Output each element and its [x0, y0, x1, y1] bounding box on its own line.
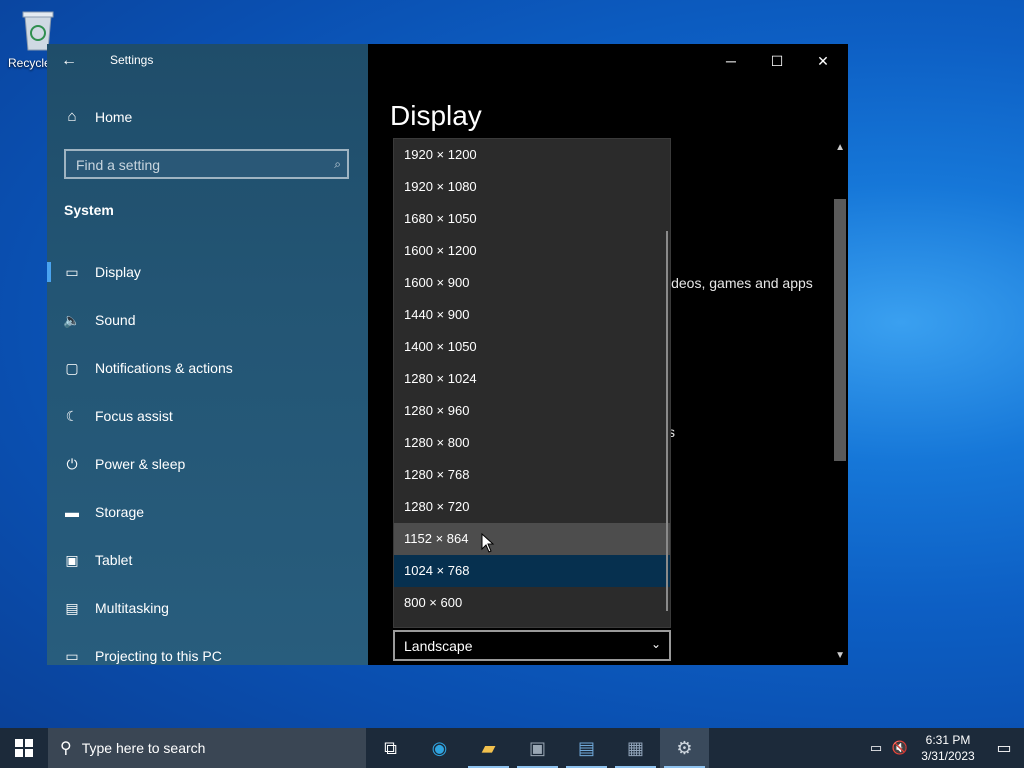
sidebar-item-sound[interactable]: 🔈 Sound	[47, 296, 368, 344]
monitor-icon: ▭	[65, 263, 79, 280]
back-arrow-icon[interactable]: ←	[61, 52, 83, 70]
app-icon-2[interactable]: ▤	[562, 728, 611, 768]
nav-list: ▭ Display 🔈 Sound ▢ Notifications & actions ☾ F…	[47, 248, 368, 665]
resolution-option[interactable]: 1152 × 864	[394, 523, 670, 555]
volume-muted-icon[interactable]: 🔇	[888, 740, 912, 756]
nav-home-label: Home	[95, 108, 133, 125]
sidebar-item-label: Focus assist	[95, 408, 173, 424]
taskbar: ⚲ Type here to search ⧉ ◉ ▰ ▣ ▤ ▦ ⚙ ▭ 🔇 6:31 P…	[0, 728, 1024, 768]
resolution-option[interactable]: 1280 × 960	[394, 395, 670, 427]
moon-icon: ☾	[65, 407, 79, 424]
hdr-description-text: ideos, games and apps	[668, 275, 813, 291]
multitasking-icon: ▤	[65, 599, 79, 616]
chevron-down-icon: ⌄	[650, 637, 661, 651]
clock[interactable]: 6:31 PM 3/31/2023	[912, 732, 984, 764]
network-icon[interactable]: ▭	[864, 740, 888, 756]
file-explorer-icon[interactable]: ▰	[464, 728, 513, 768]
search-icon[interactable]: ⌕	[334, 157, 341, 172]
home-icon: ⌂	[67, 108, 77, 125]
app-icon-3[interactable]: ▦	[611, 728, 660, 768]
nav-home[interactable]: ⌂ Home	[63, 108, 132, 125]
start-button[interactable]	[0, 728, 48, 768]
notification-center-icon[interactable]: ▭	[984, 738, 1024, 758]
resolution-option[interactable]: 1600 × 1200	[394, 235, 670, 267]
sidebar-item-label: Notifications & actions	[95, 360, 233, 376]
search-icon: ⚲	[60, 740, 72, 757]
resolution-option[interactable]: 1920 × 1200	[394, 139, 670, 171]
taskbar-apps: ⧉ ◉ ▰ ▣ ▤ ▦ ⚙	[366, 728, 709, 768]
sidebar-item-storage[interactable]: ▬ Storage	[47, 488, 368, 536]
sidebar-item-label: Sound	[95, 312, 136, 328]
settings-window: ← Settings ⌂ Home Find a setting ⌕ Syste…	[47, 44, 848, 665]
power-icon: ⏻	[66, 455, 78, 472]
taskbar-search-placeholder: Type here to search	[81, 740, 206, 756]
windows-logo-icon	[15, 739, 33, 757]
speaker-icon: 🔈	[63, 311, 81, 328]
sidebar-item-tablet[interactable]: ▣ Tablet	[47, 536, 368, 584]
sidebar-item-display[interactable]: ▭ Display	[47, 248, 368, 296]
resolution-option[interactable]: 1600 × 900	[394, 267, 670, 299]
minimize-button[interactable]: ─	[708, 44, 754, 78]
taskbar-search-box[interactable]: ⚲ Type here to search	[48, 728, 366, 768]
settings-nav-pane: ← Settings ⌂ Home Find a setting ⌕ Syste…	[47, 44, 368, 665]
sidebar-item-multitasking[interactable]: ▤ Multitasking	[47, 584, 368, 632]
resolution-option[interactable]: 1280 × 800	[394, 427, 670, 459]
section-title: System	[64, 202, 114, 218]
clock-date: 3/31/2023	[921, 749, 975, 763]
sidebar-item-label: Multitasking	[95, 600, 169, 616]
resolution-option[interactable]: 1280 × 1024	[394, 363, 670, 395]
scroll-up-icon[interactable]: ▲	[835, 142, 845, 153]
sidebar-item-focus-assist[interactable]: ☾ Focus assist	[47, 392, 368, 440]
page-title: Display	[390, 100, 482, 131]
resolution-option[interactable]: 1400 × 1050	[394, 331, 670, 363]
edge-icon[interactable]: ◉	[415, 728, 464, 768]
mouse-cursor-icon	[481, 532, 495, 553]
sidebar-item-label: Power & sleep	[95, 456, 186, 472]
sidebar-item-projecting-to-this-pc[interactable]: ▭ Projecting to this PC	[47, 632, 368, 665]
resolution-option[interactable]: 1680 × 1050	[394, 203, 670, 235]
sidebar-item-label: Tablet	[95, 552, 133, 568]
resolution-option[interactable]: 1024 × 768	[394, 555, 670, 587]
sidebar-item-notifications-actions[interactable]: ▢ Notifications & actions	[47, 344, 368, 392]
settings-icon[interactable]: ⚙	[660, 728, 709, 768]
projecting-icon: ▭	[65, 647, 79, 664]
resolution-option[interactable]: 1440 × 900	[394, 299, 670, 331]
resolution-dropdown-list[interactable]: 1920 × 1200 1920 × 1080 1680 × 1050 1600 × …	[393, 138, 671, 628]
system-tray: ▭ 🔇 6:31 PM 3/31/2023 ▭	[864, 728, 1024, 768]
tablet-icon: ▣	[65, 551, 79, 568]
maximize-button[interactable]: ☐	[754, 44, 800, 78]
sidebar-item-label: Storage	[95, 504, 145, 520]
notification-icon: ▢	[65, 359, 79, 376]
clock-time: 6:31 PM	[925, 733, 971, 747]
scroll-down-icon[interactable]: ▼	[835, 650, 845, 661]
orientation-value: Landscape	[404, 638, 473, 654]
orientation-select[interactable]: Landscape ⌄	[393, 630, 671, 661]
resolution-option[interactable]: 1920 × 1080	[394, 171, 670, 203]
resolution-option[interactable]: 800 × 600	[394, 587, 670, 619]
scrollbar-thumb[interactable]	[834, 199, 846, 461]
resolution-option[interactable]: 1280 × 720	[394, 491, 670, 523]
task-view-icon[interactable]: ⧉	[366, 728, 415, 768]
sidebar-item-label: Projecting to this PC	[95, 648, 222, 664]
app-icon-1[interactable]: ▣	[513, 728, 562, 768]
titlebar[interactable]: ← Settings	[47, 44, 368, 78]
app-title: Settings	[110, 53, 154, 67]
close-button[interactable]: ✕	[800, 44, 846, 78]
dropdown-scrollbar[interactable]	[666, 231, 668, 611]
resolution-option[interactable]: 1280 × 768	[394, 459, 670, 491]
find-setting-input[interactable]: Find a setting ⌕	[64, 149, 349, 179]
find-setting-placeholder: Find a setting	[76, 157, 161, 173]
storage-icon: ▬	[65, 504, 79, 520]
sidebar-item-power-sleep[interactable]: ⏻ Power & sleep	[47, 440, 368, 488]
sidebar-item-label: Display	[95, 264, 141, 280]
